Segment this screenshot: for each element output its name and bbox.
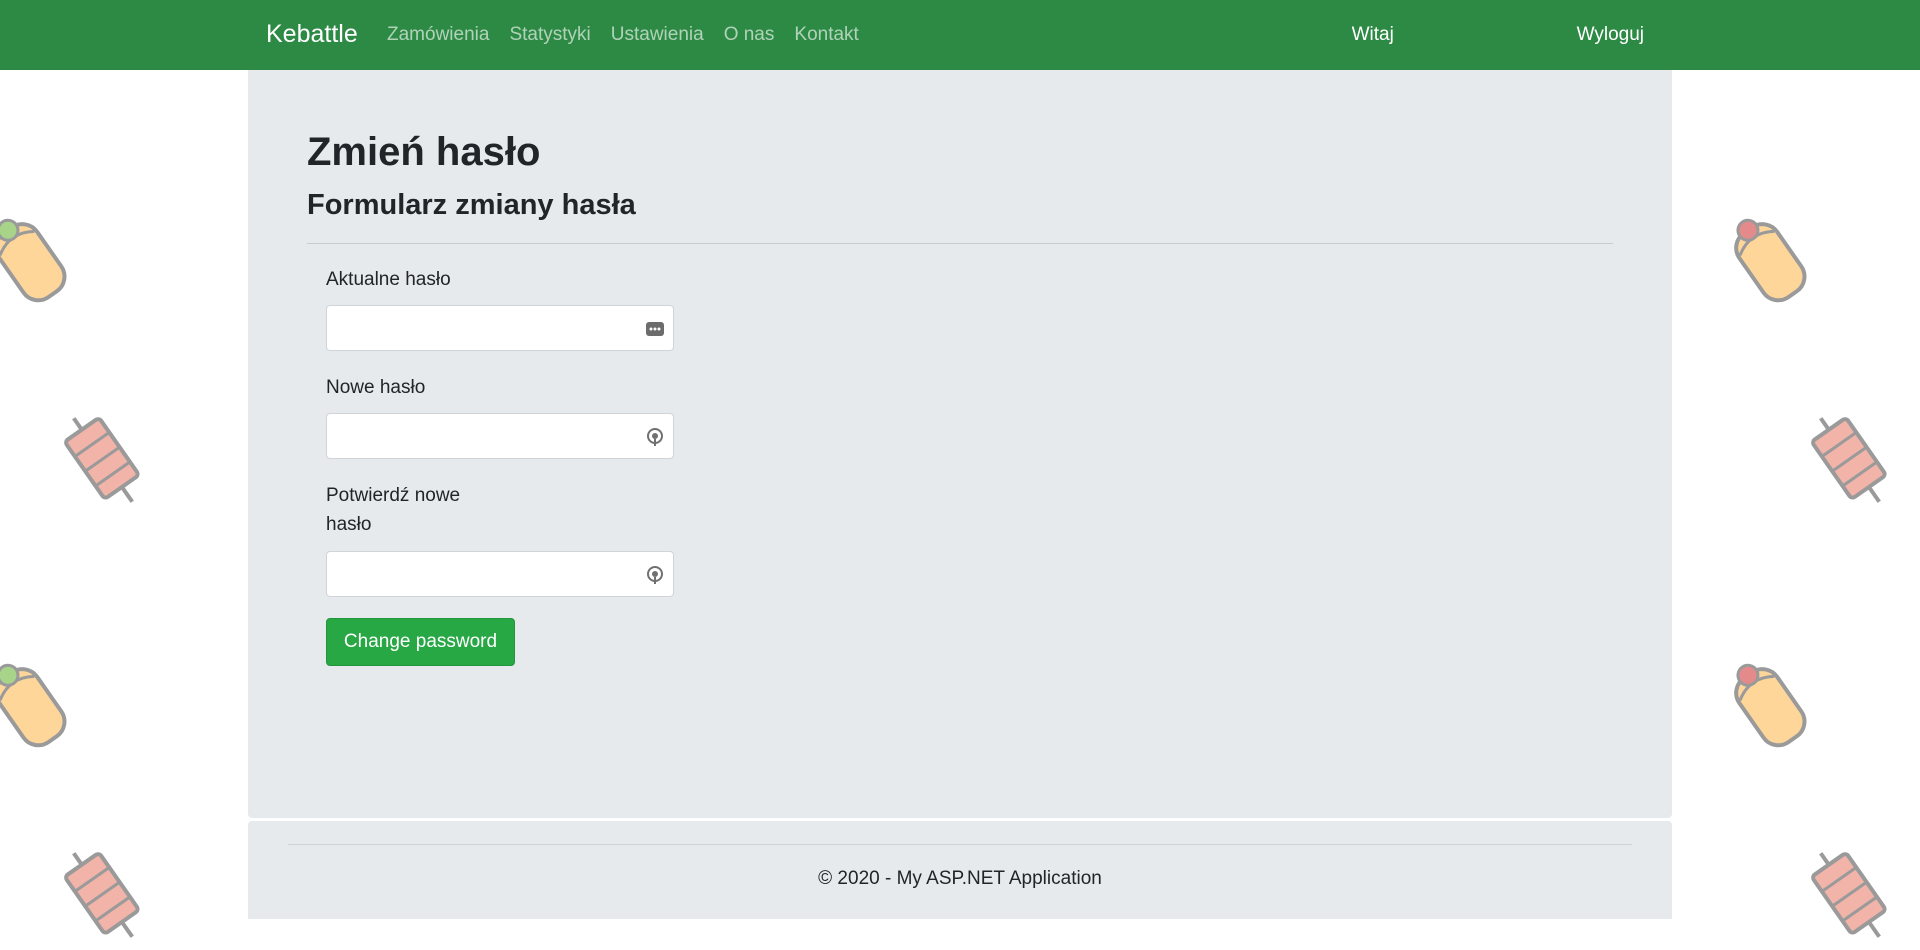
new-password-label: Nowe hasło [326,377,426,398]
nav-link-ustawienia[interactable]: Ustawienia [611,24,704,46]
page-subtitle: Formularz zmiany hasła [307,189,636,221]
current-password-field [326,305,674,351]
new-password-field [326,413,674,459]
confirm-password-input[interactable] [327,552,673,596]
skewer-kebab-icon [1811,417,1887,503]
skewer-kebab-icon [64,852,140,938]
password-key-icon[interactable] [645,427,665,447]
wrap-kebab-icon [0,663,67,748]
password-manager-icon[interactable] [645,319,665,339]
greeting-link[interactable]: Witaj [1352,24,1557,46]
change-password-button[interactable]: Change password [326,618,515,666]
page-title: Zmień hasło [307,130,541,174]
divider [307,243,1613,244]
nav-link-zamowienia[interactable]: Zamówienia [387,24,489,46]
navbar: Kebattle Zamówienia Statystyki Ustawieni… [0,0,1920,70]
skewer-kebab-icon [1811,852,1887,938]
footer-copyright: © 2020 - My ASP.NET Application [818,868,1102,889]
password-key-icon[interactable] [645,565,665,585]
wrap-kebab-icon [1734,218,1807,303]
footer-divider [288,844,1632,845]
current-password-input[interactable] [327,306,673,350]
confirm-password-label: Potwierdź nowe hasło [326,485,461,535]
nav-links: Zamówienia Statystyki Ustawienia O nas K… [387,24,859,46]
main-panel: Zmień hasło Formularz zmiany hasła Aktua… [248,70,1672,818]
brand-link[interactable]: Kebattle [266,20,358,49]
nav-link-kontakt[interactable]: Kontakt [794,24,858,46]
wrap-kebab-icon [1734,663,1807,748]
new-password-input[interactable] [327,414,673,458]
confirm-password-field [326,551,674,597]
nav-user-area: Witaj Wyloguj [1352,24,1644,46]
nav-link-statystyki[interactable]: Statystyki [509,24,590,46]
current-password-label: Aktualne hasło [326,269,451,290]
logout-link[interactable]: Wyloguj [1577,24,1644,46]
skewer-kebab-icon [64,417,140,503]
footer: © 2020 - My ASP.NET Application [248,821,1672,919]
nav-link-o-nas[interactable]: O nas [724,24,775,46]
wrap-kebab-icon [0,218,67,303]
